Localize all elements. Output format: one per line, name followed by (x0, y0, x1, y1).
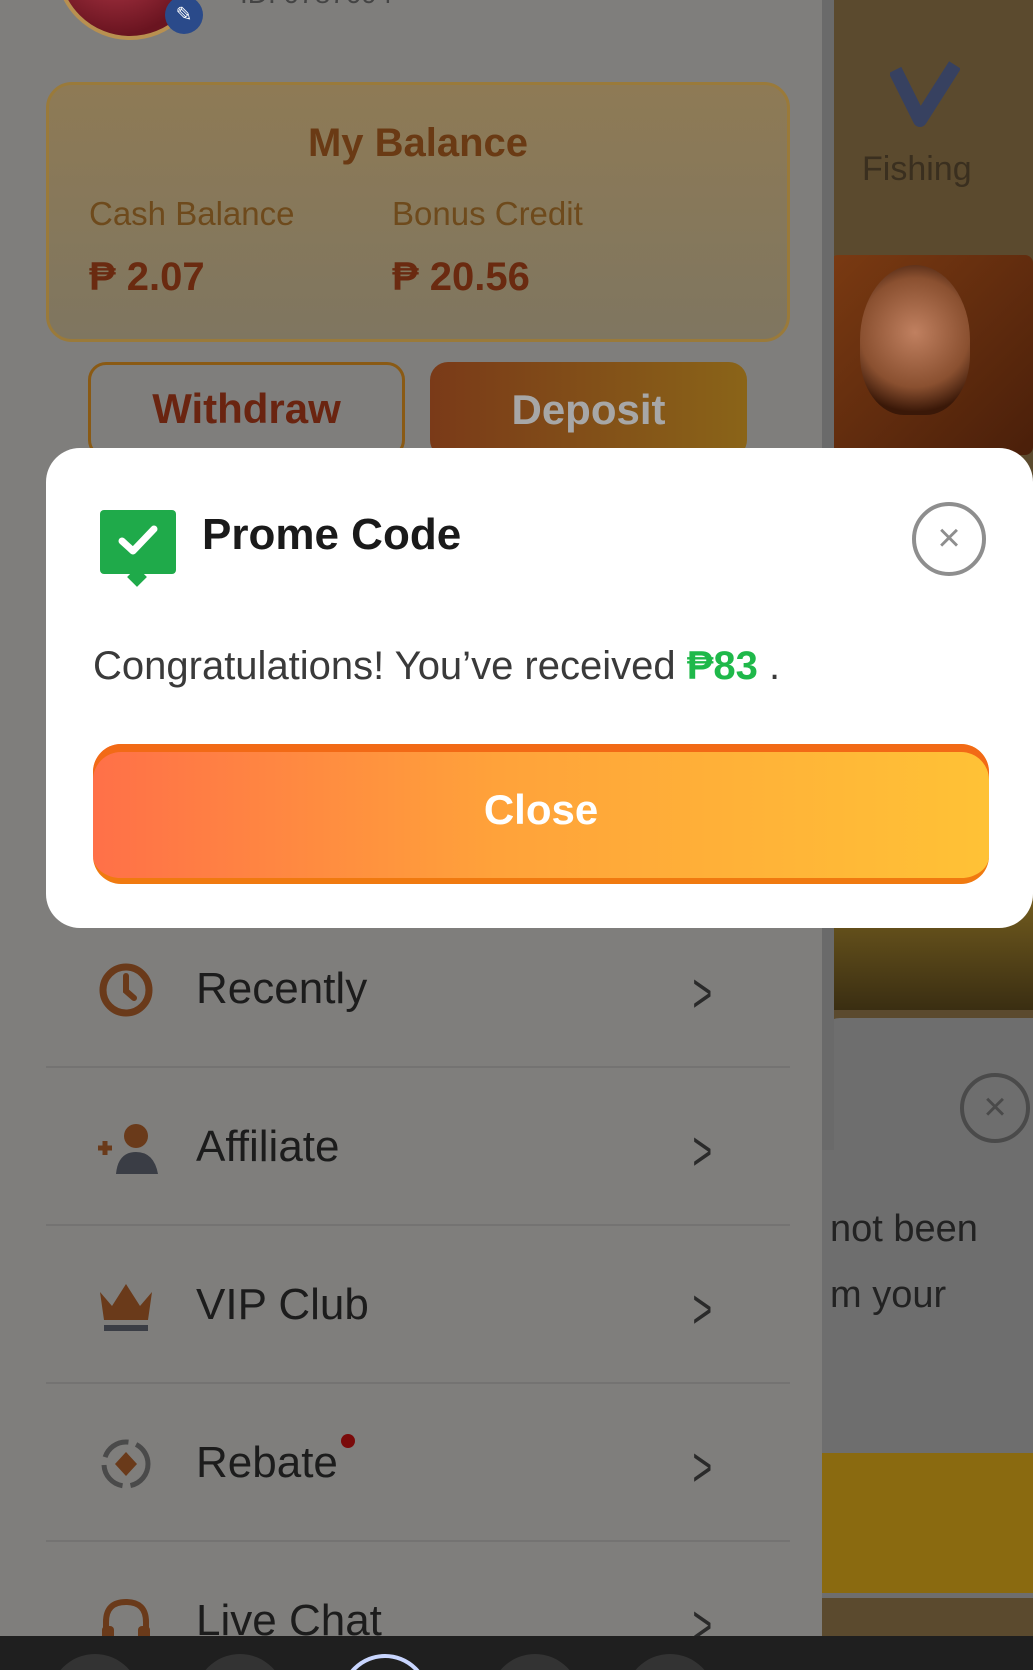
chevron-right-icon: > (692, 961, 713, 1024)
promo-banner[interactable] (830, 255, 1033, 455)
check-icon (100, 510, 176, 574)
reward-amount: ₱83 (686, 644, 758, 688)
message-text: Congratulations! You’ve received (93, 644, 687, 688)
background-dialog-text-1: not been (830, 1208, 978, 1250)
menu-item-recently[interactable]: Recently > (46, 912, 790, 1068)
menu-item-label: Recently (196, 964, 368, 1013)
chevron-right-icon: > (692, 1119, 713, 1182)
background-dialog-text-2: m your (830, 1274, 947, 1316)
close-button[interactable]: Close (93, 744, 989, 884)
notification-dot (341, 1434, 355, 1448)
cash-balance: Cash Balance ₱ 2.07 (89, 195, 294, 300)
menu-item-label: Affiliate (196, 1122, 340, 1171)
user-id: ID: 0787094 (240, 0, 393, 10)
bonus-credit-value: ₱ 20.56 (392, 255, 530, 299)
withdraw-button[interactable]: Withdraw (88, 362, 405, 458)
banner-portrait (860, 265, 970, 415)
nav-item-4[interactable] (490, 1654, 580, 1670)
fishing-icon (888, 60, 961, 130)
nav-item-1[interactable] (50, 1654, 140, 1670)
bottom-nav-bar (0, 1636, 1033, 1670)
balance-title: My Balance (307, 121, 529, 165)
balance-card: My Balance Cash Balance ₱ 2.07 Bonus Cre… (46, 82, 790, 342)
dialog-title: Prome Code (202, 510, 462, 559)
rebate-icon (96, 1436, 156, 1496)
fishing-category-label[interactable]: Fishing (862, 150, 972, 189)
cash-balance-value: ₱ 2.07 (89, 255, 205, 299)
clock-icon (96, 962, 156, 1022)
promo-code-dialog: Prome Code × Congratulations! You’ve rec… (46, 448, 1033, 928)
nav-item-5[interactable] (625, 1654, 715, 1670)
menu-item-label: VIP Club (196, 1280, 369, 1329)
background-dialog: × not been m your (820, 1018, 1033, 1598)
dialog-message: Congratulations! You’ve received ₱83 . (93, 644, 780, 689)
menu-item-label: Rebate (196, 1438, 338, 1487)
background-dialog-close-icon[interactable]: × (960, 1073, 1030, 1143)
bonus-credit-label: Bonus Credit (392, 195, 583, 232)
chevron-right-icon: > (692, 1435, 713, 1498)
menu-item-affiliate[interactable]: Affiliate > (46, 1070, 790, 1226)
menu-item-vip-club[interactable]: VIP Club > (46, 1228, 790, 1384)
crown-icon (96, 1278, 156, 1338)
nav-item-center[interactable] (340, 1654, 430, 1670)
deposit-button[interactable]: Deposit (430, 362, 747, 458)
edit-icon[interactable]: ✎ (165, 0, 203, 34)
menu-item-rebate[interactable]: Rebate > (46, 1386, 790, 1542)
app-screen: Fishing × not been m your ✎ ID: 0787094 … (0, 0, 1033, 1670)
chevron-right-icon: > (692, 1277, 713, 1340)
message-suffix: . (757, 644, 781, 688)
close-icon[interactable]: × (912, 502, 986, 576)
cash-balance-label: Cash Balance (89, 195, 295, 232)
nav-item-2[interactable] (195, 1654, 285, 1670)
add-user-icon (96, 1120, 158, 1180)
bonus-credit: Bonus Credit ₱ 20.56 (392, 195, 583, 300)
background-dialog-button[interactable] (820, 1453, 1033, 1593)
